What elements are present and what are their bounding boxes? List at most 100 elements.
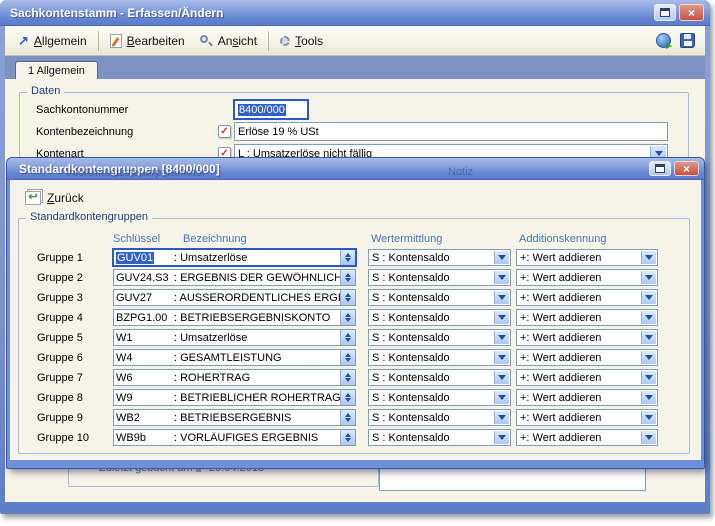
wertermittlung-select[interactable]: S : Kontensaldo — [368, 369, 511, 386]
row-label: Gruppe 4 — [37, 312, 113, 324]
additionskennung-select[interactable]: +: Wert addieren — [516, 369, 658, 386]
additionskennung-select[interactable]: +: Wert addieren — [516, 249, 658, 266]
additionskennung-select[interactable]: +: Wert addieren — [516, 269, 658, 286]
spinner-button[interactable] — [340, 350, 355, 365]
menu-ansicht[interactable]: Ansicht — [192, 31, 264, 51]
magnifier-icon — [199, 34, 213, 48]
dropdown-arrow-icon[interactable] — [494, 271, 509, 284]
spinner-button[interactable] — [340, 250, 355, 265]
spinner-button[interactable] — [340, 290, 355, 305]
spinner-button[interactable] — [340, 310, 355, 325]
table-row: Gruppe 9 WB2 : BETRIEBSERGEBNIS S : Kont… — [19, 409, 689, 426]
dropdown-arrow-icon[interactable] — [641, 331, 656, 344]
wertermittlung-select[interactable]: S : Kontensaldo — [368, 269, 511, 286]
bezeichnung-value: : Umsatzerlöse — [174, 332, 340, 344]
menu-allgemein[interactable]: ↗ Allgemein — [11, 31, 94, 51]
table-row: Gruppe 7 W6 : ROHERTRAG S : Kontensaldo … — [19, 369, 689, 386]
menu-bearbeiten[interactable]: Bearbeiten — [103, 31, 192, 51]
main-titlebar[interactable]: Sachkontenstamm - Erfassen/Ändern × — [0, 0, 710, 26]
dropdown-arrow-icon[interactable] — [494, 411, 509, 424]
wertermittlung-select[interactable]: S : Kontensaldo — [368, 329, 511, 346]
spinner-button[interactable] — [340, 370, 355, 385]
schluessel-field[interactable]: GUV24.S3 : ERGEBNIS DER GEWÖHNLICHEN GES — [113, 269, 356, 286]
menu-tools[interactable]: Tools — [273, 31, 330, 51]
dropdown-arrow-icon[interactable] — [641, 411, 656, 424]
spinner-button[interactable] — [340, 390, 355, 405]
schluessel-field[interactable]: W1 : Umsatzerlöse — [113, 329, 356, 346]
schluessel-field[interactable]: W6 : ROHERTRAG — [113, 369, 356, 386]
dropdown-arrow-icon[interactable] — [641, 311, 656, 324]
schluessel-value: WB9b — [114, 432, 174, 444]
dropdown-arrow-icon[interactable] — [494, 371, 509, 384]
tab-allgemein[interactable]: 1 Allgemein — [15, 61, 98, 79]
spinner-button[interactable] — [340, 270, 355, 285]
dropdown-arrow-icon[interactable] — [494, 311, 509, 324]
dropdown-arrow-icon[interactable] — [494, 291, 509, 304]
schluessel-field[interactable]: WB2 : BETRIEBSERGEBNIS — [113, 409, 356, 426]
additionskennung-select[interactable]: +: Wert addieren — [516, 389, 658, 406]
schluessel-value: GUV01 — [116, 252, 154, 264]
col-wertermittlung: Wertermittlung — [368, 233, 511, 245]
save-icon[interactable] — [680, 33, 695, 48]
schluessel-field[interactable]: GUV01 : Umsatzerlöse — [113, 249, 356, 266]
dropdown-arrow-icon[interactable] — [494, 251, 509, 264]
ghost-notiz-group-label: Notiz — [448, 166, 473, 178]
main-toolbar: ↗ Allgemein Bearbeiten Ansicht Tools — [5, 26, 705, 56]
dropdown-arrow-icon[interactable] — [641, 391, 656, 404]
schluessel-field[interactable]: GUV27 : AUSSERORDENTLICHES ERGEBNIS — [113, 289, 356, 306]
schluessel-field[interactable]: WB9b : VORLÄUFIGES ERGEBNIS — [113, 429, 356, 446]
wertermittlung-select[interactable]: S : Kontensaldo — [368, 389, 511, 406]
toolbar-separator — [98, 31, 99, 51]
zurueck-button[interactable]: ↩ Zurück — [20, 188, 93, 208]
additionskennung-select[interactable]: +: Wert addieren — [516, 309, 658, 326]
dropdown-arrow-icon[interactable] — [641, 371, 656, 384]
spinner-button[interactable] — [340, 330, 355, 345]
additionskennung-select[interactable]: +: Wert addieren — [516, 349, 658, 366]
additionskennung-value: +: Wert addieren — [520, 392, 601, 404]
dropdown-arrow-icon[interactable] — [641, 271, 656, 284]
maximize-button[interactable] — [654, 4, 676, 21]
dropdown-arrow-icon[interactable] — [641, 291, 656, 304]
maximize-icon — [655, 164, 665, 173]
schluessel-field[interactable]: W4 : GESAMTLEISTUNG — [113, 349, 356, 366]
wertermittlung-select[interactable]: S : Kontensaldo — [368, 409, 511, 426]
dropdown-arrow-icon[interactable] — [494, 431, 509, 444]
additionskennung-select[interactable]: +: Wert addieren — [516, 409, 658, 426]
wertermittlung-select[interactable]: S : Kontensaldo — [368, 309, 511, 326]
schluessel-value: GUV27 — [114, 292, 174, 304]
spinner-button[interactable] — [340, 430, 355, 445]
additionskennung-value: +: Wert addieren — [520, 272, 601, 284]
additionskennung-select[interactable]: +: Wert addieren — [516, 329, 658, 346]
wertermittlung-select[interactable]: S : Kontensaldo — [368, 249, 511, 266]
dropdown-arrow-icon[interactable] — [641, 351, 656, 364]
wertermittlung-select[interactable]: S : Kontensaldo — [368, 349, 511, 366]
dropdown-arrow-icon[interactable] — [641, 431, 656, 444]
dropdown-arrow-icon[interactable] — [494, 331, 509, 344]
wertermittlung-value: S : Kontensaldo — [372, 372, 450, 384]
wertermittlung-select[interactable]: S : Kontensaldo — [368, 429, 511, 446]
globe-icon[interactable] — [656, 33, 671, 48]
additionskennung-select[interactable]: +: Wert addieren — [516, 429, 658, 446]
dropdown-arrow-icon[interactable] — [494, 391, 509, 404]
bezeichnung-value: : ROHERTRAG — [174, 372, 340, 384]
close-button[interactable]: × — [679, 4, 704, 21]
schluessel-value: W4 — [114, 352, 174, 364]
schluessel-field[interactable]: W9 : BETRIEBLICHER ROHERTRAG — [113, 389, 356, 406]
schluessel-field[interactable]: BZPG1.00 : BETRIEBSERGEBNISKONTO — [113, 309, 356, 326]
row-label: Gruppe 10 — [37, 432, 113, 444]
close-icon: × — [688, 7, 695, 19]
dropdown-arrow-icon[interactable] — [494, 351, 509, 364]
checkbox-checked-icon[interactable]: ✓ — [218, 125, 231, 138]
sachkontonummer-row: Sachkontonummer 8400/000 — [36, 100, 678, 119]
standardkontengruppen-group-label: Standardkontengruppen — [26, 211, 152, 223]
dialog-maximize-button[interactable] — [649, 161, 671, 176]
additionskennung-select[interactable]: +: Wert addieren — [516, 289, 658, 306]
wertermittlung-select[interactable]: S : Kontensaldo — [368, 289, 511, 306]
dropdown-arrow-icon[interactable] — [641, 251, 656, 264]
kontenbezeichnung-input[interactable]: Erlöse 19 % USt — [234, 122, 668, 141]
dialog-close-button[interactable]: × — [674, 161, 699, 176]
ghost-info-group-label: Info/Umsatzsteuerparameter — [66, 167, 205, 179]
spinner-button[interactable] — [340, 410, 355, 425]
sachkontonummer-input[interactable]: 8400/000 — [234, 100, 308, 119]
additionskennung-value: +: Wert addieren — [520, 352, 601, 364]
